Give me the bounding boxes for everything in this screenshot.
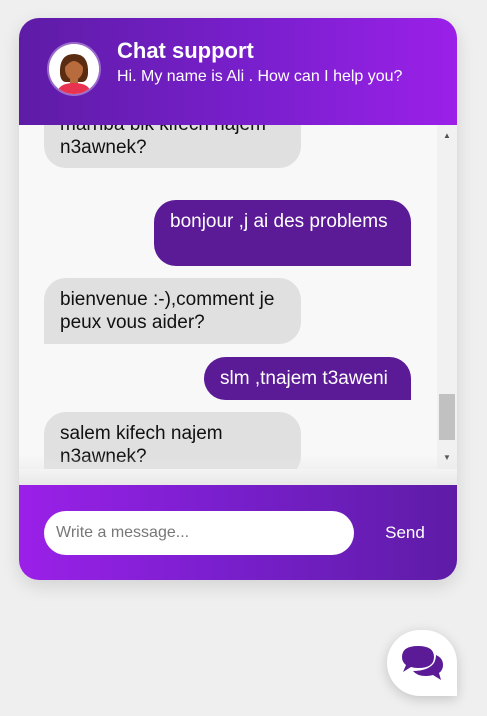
chat-description: Hi. My name is Ali . How can I help you? [117,68,403,85]
chatbox: Chat support Hi. My name is Ali . How ca… [19,18,457,580]
message-list[interactable]: marhba bik kifech najem n3awnek? bonjour… [19,125,437,469]
agent-avatar [49,44,99,94]
scrollbar-thumb[interactable] [439,394,455,440]
messages-scrollbar[interactable]: ▲ ▼ [437,125,457,469]
send-button[interactable]: Send [369,515,441,551]
chat-bubbles-icon [402,646,443,680]
messages-fade [19,455,457,485]
message-outgoing: slm ,tnajem t3aweni [204,357,411,400]
message-incoming: marhba bik kifech najem n3awnek? [44,125,301,168]
message-input[interactable] [44,511,354,555]
chat-title: Chat support [117,38,254,63]
chat-footer: Send [19,485,457,580]
chat-header: Chat support Hi. My name is Ali . How ca… [19,18,457,125]
message-incoming: bienvenue :-),comment je peux vous aider… [44,278,301,344]
chat-launcher-button[interactable] [387,630,457,696]
message-outgoing: bonjour ,j ai des problems [154,200,411,266]
scroll-up-arrow-icon[interactable]: ▲ [437,129,457,143]
message-text: marhba bik kifech najem n3awnek? [60,125,266,158]
